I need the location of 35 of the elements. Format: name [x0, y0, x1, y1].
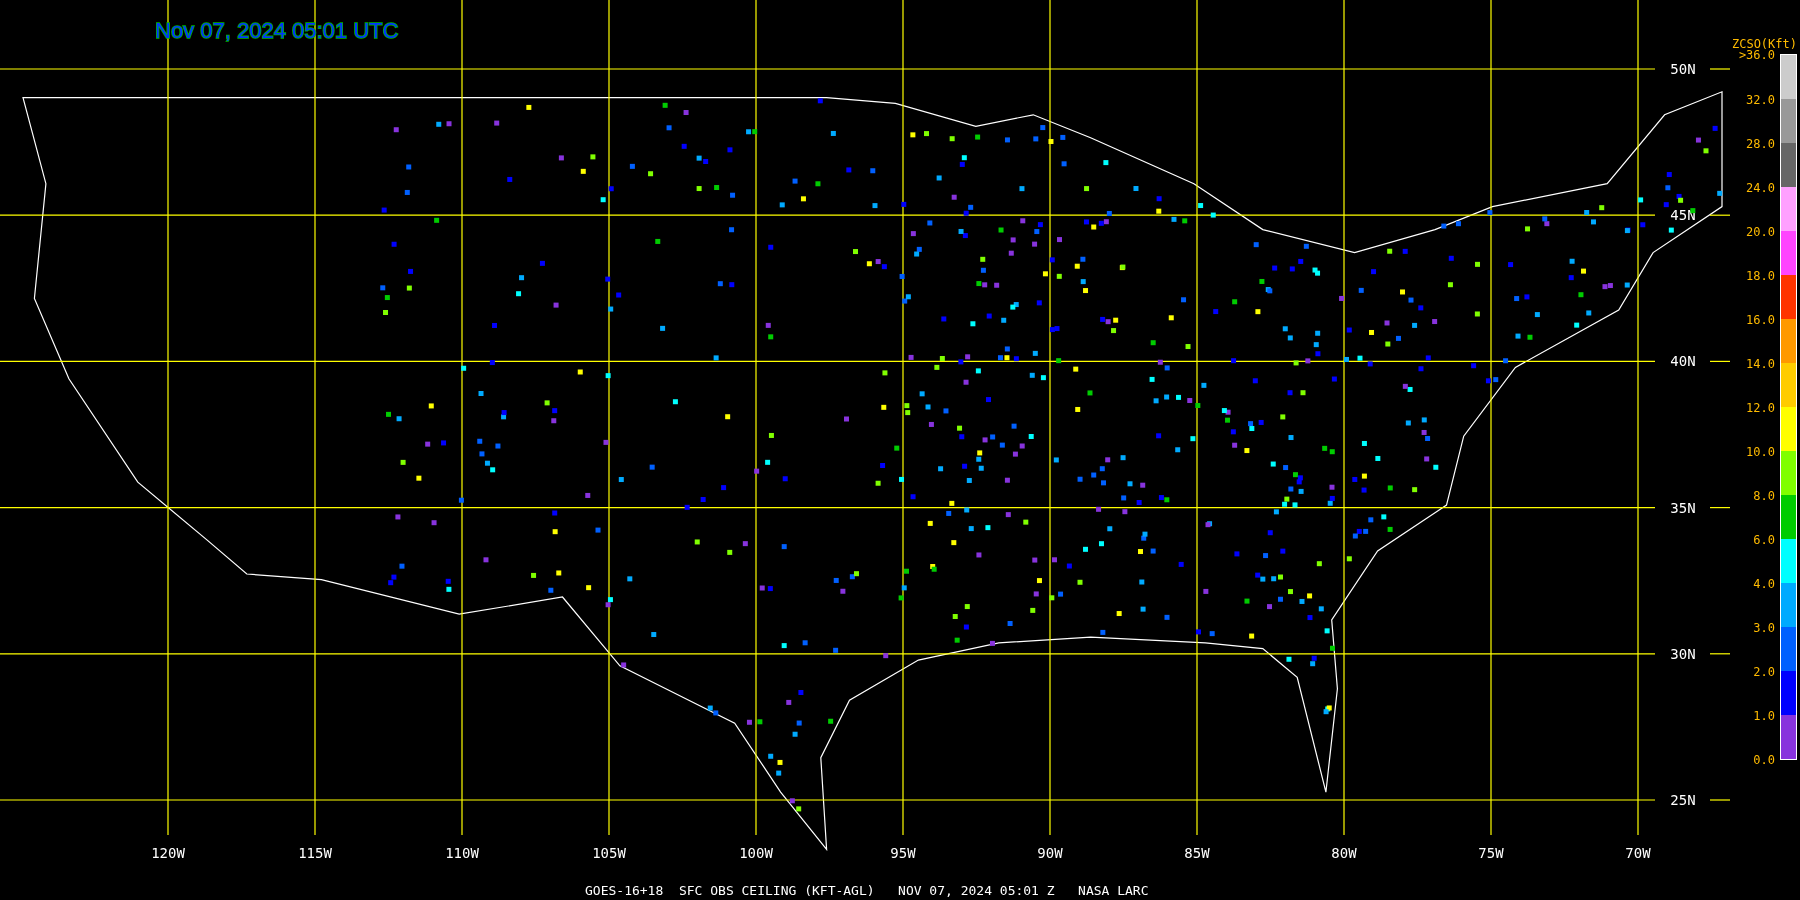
longitude-label: 95W: [890, 845, 916, 861]
legend-label: 6.0: [1753, 533, 1775, 547]
longitude-label: 120W: [151, 845, 185, 861]
legend-label: 18.0: [1746, 269, 1775, 283]
legend-label: 1.0: [1753, 709, 1775, 723]
legend-label: 8.0: [1753, 489, 1775, 503]
longitude-label: 110W: [445, 845, 479, 861]
latitude-label: 25N: [1670, 792, 1696, 808]
legend-label: >36.0: [1738, 48, 1775, 62]
legend-label: 20.0: [1746, 225, 1775, 239]
longitude-label: 105W: [592, 845, 626, 861]
latitude-label: 40N: [1670, 353, 1696, 370]
longitude-label: 80W: [1331, 845, 1357, 861]
latitude-label: 30N: [1670, 645, 1696, 662]
map-caption: GOES-16+18 SFC OBS CEILING (KFT-AGL) NOV 07, 2024 05:01 Z NASA LARC: [585, 883, 1149, 898]
longitude-label: 115W: [298, 845, 332, 861]
longitude-label: 100W: [739, 845, 773, 861]
longitude-label: 90W: [1037, 845, 1063, 861]
legend-label: 12.0: [1746, 401, 1775, 415]
latitude-label: 35N: [1670, 499, 1696, 516]
legend-label: 0.0: [1753, 753, 1775, 767]
legend-label: 4.0: [1753, 577, 1775, 591]
latitude-label: 50N: [1670, 61, 1696, 77]
legend-label: 3.0: [1753, 621, 1775, 635]
longitude-label: 70W: [1625, 845, 1651, 861]
longitude-label: 75W: [1478, 845, 1504, 861]
legend-label: 16.0: [1746, 313, 1775, 327]
longitude-label: 85W: [1184, 845, 1210, 861]
legend-title: ZCSO(Kft): [1731, 37, 1797, 51]
legend-label: 10.0: [1746, 445, 1775, 459]
legend-label: 32.0: [1746, 93, 1775, 107]
legend-label: 14.0: [1746, 357, 1775, 371]
legend-label: 2.0: [1753, 665, 1775, 679]
legend-label: 28.0: [1746, 137, 1775, 151]
legend-label: 24.0: [1746, 181, 1775, 195]
